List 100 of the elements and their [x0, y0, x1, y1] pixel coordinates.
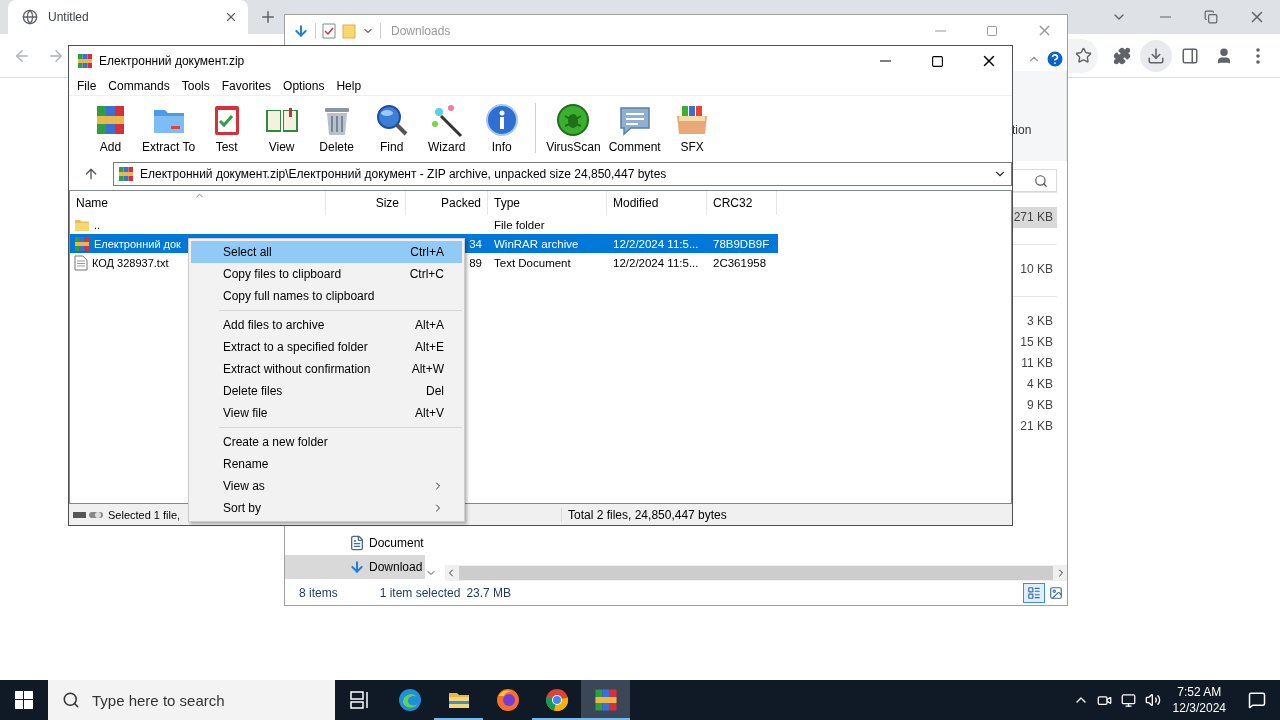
nav-item[interactable]: Document	[285, 531, 425, 556]
details-view-icon	[1027, 586, 1041, 601]
chrome-icon[interactable]	[544, 688, 569, 712]
file-size[interactable]: 11 KB	[1012, 353, 1057, 374]
close-tab-icon[interactable]	[224, 10, 238, 24]
selection-size: 23.7 MB	[466, 586, 512, 601]
toolbar-button[interactable]: Delete	[309, 102, 365, 154]
maximize-icon	[930, 54, 944, 68]
maximize-icon	[986, 24, 998, 37]
toolbar-button[interactable]: Add	[83, 102, 138, 154]
total-status: Total 2 files, 24,850,447 bytes	[568, 507, 727, 522]
menu-icon	[1256, 47, 1260, 64]
toolbar-button[interactable]: SFX	[664, 102, 720, 154]
bookmark-star-icon[interactable]	[1075, 47, 1092, 64]
toolbar-button[interactable]: View	[254, 102, 310, 154]
column-header[interactable]: Name	[70, 191, 326, 215]
minimize-icon	[879, 60, 891, 62]
toolbar-button[interactable]: Test	[199, 102, 255, 154]
file-name: КОД 328937.txt	[92, 256, 169, 269]
ribbon-label: tion	[1012, 123, 1032, 137]
selection-status: Selected 1 file,	[108, 508, 181, 521]
menu-item[interactable]: File	[71, 78, 103, 93]
menu-item[interactable]: Delete files Del	[191, 380, 462, 402]
file-size[interactable]: 4 KB	[1012, 374, 1057, 395]
minimize-icon	[934, 29, 946, 32]
menu-item[interactable]: Options	[277, 78, 331, 93]
menu-item[interactable]: View file Alt+V	[191, 402, 462, 424]
menu-item[interactable]: Extract to a specified folder Alt+E	[191, 336, 462, 358]
browser-tab[interactable]: Untitled	[8, 0, 248, 34]
toolbar-button[interactable]: Wizard	[419, 102, 475, 154]
new-tab-icon	[259, 8, 277, 26]
checklist-icon[interactable]	[322, 22, 336, 39]
firefox-icon[interactable]	[495, 688, 520, 712]
menu-item[interactable]: Favorites	[215, 78, 278, 93]
help-icon[interactable]	[1045, 48, 1065, 69]
restore-icon	[1204, 10, 1218, 24]
monitor-icon	[1121, 692, 1137, 708]
toolbar-button[interactable]: Info	[474, 102, 530, 154]
file-size[interactable]: 10 KB	[1012, 259, 1057, 280]
menu-item[interactable]: Copy full names to clipboard	[191, 285, 462, 307]
menu-item[interactable]: Add files to archive Alt+A	[191, 314, 462, 336]
menu-item[interactable]: Rename	[191, 453, 462, 475]
file-size[interactable]: 9 KB	[1012, 395, 1057, 416]
item-count: 8 items	[299, 586, 338, 601]
file-type: WinRAR archive	[494, 237, 579, 250]
menu-item[interactable]: Sort by	[191, 497, 462, 519]
speech-bubble-icon	[1248, 691, 1266, 709]
packed-size: 89	[469, 256, 482, 269]
address-bar[interactable]	[1068, 38, 1098, 73]
toolbar-button[interactable]: Extract To	[138, 102, 200, 154]
file-name: ..	[94, 218, 101, 231]
up-folder-icon[interactable]	[83, 166, 99, 182]
archive-app-icon[interactable]	[593, 688, 618, 712]
file-row[interactable]: .. File folder	[70, 215, 778, 234]
downloads-button[interactable]	[1140, 39, 1172, 72]
globe-icon	[22, 9, 38, 25]
window-title: Електронний документ.zip	[99, 54, 246, 68]
modified-date: 12/2/2024 11:5...	[613, 256, 699, 269]
taskbar-app[interactable]	[581, 680, 630, 720]
menu-item[interactable]: Copy files to clipboard Ctrl+C	[191, 263, 462, 285]
archiver-logo-icon	[77, 53, 93, 69]
edge-browser-icon[interactable]	[397, 688, 422, 712]
horizontal-scrollbar[interactable]	[445, 565, 1067, 582]
path-field[interactable]: Електронний документ.zip\Електронний документ - ZIP archive, unpacked size 24,850,447 bytes	[113, 162, 1012, 186]
large-icons-view-icon	[1049, 586, 1063, 601]
menu-item[interactable]: Commands	[102, 78, 176, 93]
file-name: Електронний док	[94, 237, 181, 250]
clock[interactable]: 7:52 AM 12/3/2024	[1164, 684, 1234, 716]
toolbar-button[interactable]: Find	[364, 102, 420, 154]
speaker-icon	[1144, 692, 1161, 708]
search-icon	[62, 691, 80, 709]
selection-count: 1 item selected	[379, 586, 461, 601]
column-header[interactable]: Size	[326, 191, 406, 215]
menu-item[interactable]: Help	[330, 78, 368, 93]
search-icon	[1034, 173, 1048, 188]
menu-item[interactable]: Select all Ctrl+A	[191, 241, 462, 263]
column-header[interactable]: Type	[488, 191, 607, 215]
column-header[interactable]: Packed	[406, 191, 488, 215]
downloads-icon	[1147, 46, 1165, 65]
toolbar-button[interactable]: VirusScan	[542, 102, 605, 154]
menu-item[interactable]: View as	[191, 475, 462, 497]
side-panel-icon	[1181, 46, 1199, 65]
bug-icon	[555, 102, 592, 138]
menu-item[interactable]: Tools	[175, 78, 216, 93]
profile-icon	[1215, 46, 1233, 65]
file-size[interactable]: 271 KB	[1012, 207, 1057, 228]
checksum: 78B9DB9F	[713, 237, 770, 250]
file-size[interactable]: 21 KB	[1012, 416, 1057, 437]
column-header[interactable]: Modified	[607, 191, 707, 215]
search-bar[interactable]: Type here to search	[48, 680, 335, 720]
menu-item[interactable]: Create a new folder	[191, 431, 462, 453]
search-field[interactable]: Type here to search	[90, 690, 310, 710]
toolbar-button[interactable]: Comment	[604, 102, 665, 154]
file-size[interactable]: 3 KB	[1012, 311, 1057, 332]
nav-item[interactable]: Download	[285, 555, 425, 580]
details-view-button[interactable]	[1023, 583, 1045, 604]
archive-icon	[118, 166, 134, 182]
menu-item[interactable]: Extract without confirmation Alt+W	[191, 358, 462, 380]
column-header[interactable]: CRC32	[707, 191, 777, 215]
file-size[interactable]: 15 KB	[1012, 332, 1057, 353]
